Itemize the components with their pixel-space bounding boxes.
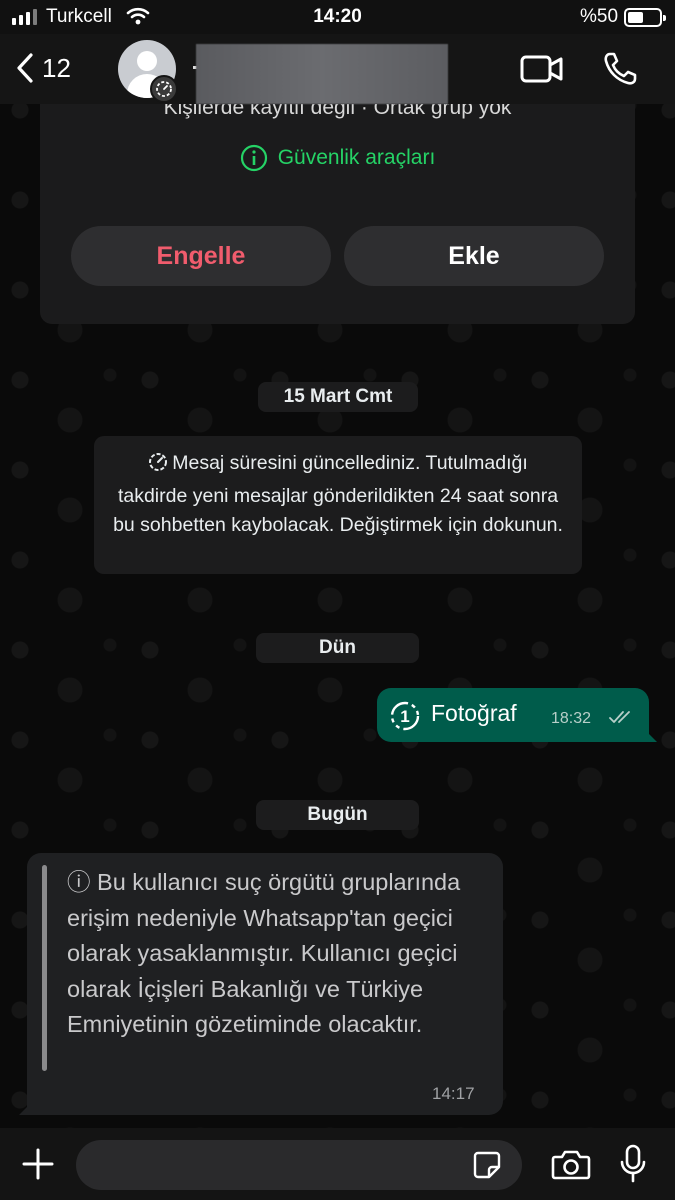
clock: 14:20 xyxy=(313,6,362,27)
sticker-icon[interactable] xyxy=(472,1150,502,1185)
back-chevron-icon xyxy=(17,53,33,83)
date-separator: Dün xyxy=(256,633,419,663)
quote-bar xyxy=(42,865,47,1071)
system-message-text: Mesaj süresini güncellediniz. Tutulmadığ… xyxy=(113,452,563,536)
message-composer xyxy=(0,1128,675,1200)
safety-tools-label: Güvenlik araçları xyxy=(277,146,436,169)
info-icon xyxy=(240,144,267,172)
camera-icon[interactable] xyxy=(551,1148,591,1185)
mic-icon[interactable] xyxy=(620,1144,646,1189)
incoming-message-time: 14:17 xyxy=(432,1084,475,1103)
incoming-message[interactable]: ⓘ Bu kullanıcı suç örgütü gruplarında er… xyxy=(19,853,503,1115)
outgoing-message-text: Fotoğraf xyxy=(431,700,517,726)
date-separator: Bugün xyxy=(256,800,419,830)
video-call-icon[interactable] xyxy=(520,54,564,89)
disappearing-messages-notice[interactable]: Mesaj süresini güncellediniz. Tutulmadığ… xyxy=(94,436,582,574)
back-count: 12 xyxy=(42,52,71,83)
safety-tools-link[interactable]: Güvenlik araçları xyxy=(40,144,635,172)
add-contact-button[interactable]: Ekle xyxy=(344,226,604,286)
svg-text:1: 1 xyxy=(400,707,409,726)
timer-icon xyxy=(148,452,168,482)
message-input[interactable] xyxy=(76,1140,522,1190)
contact-name-redacted[interactable] xyxy=(196,44,448,104)
phone-icon[interactable] xyxy=(602,51,638,92)
outgoing-message-time: 18:32 xyxy=(551,710,592,727)
contact-info-card: Kişilerde kayıtlı değil · Ortak grup yok… xyxy=(40,96,635,324)
battery-percent: %50 xyxy=(580,6,619,27)
block-button[interactable]: Engelle xyxy=(71,226,331,286)
incoming-message-text: ⓘ Bu kullanıcı suç örgütü gruplarında er… xyxy=(67,869,461,1038)
plus-icon[interactable] xyxy=(20,1146,56,1187)
timer-icon xyxy=(150,75,178,103)
view-once-icon: 1 xyxy=(389,700,421,737)
double-check-icon xyxy=(609,710,635,729)
date-separator: 15 Mart Cmt xyxy=(258,382,418,412)
outgoing-message[interactable]: 1 Fotoğraf 18:32 xyxy=(377,688,657,742)
battery-level-fill xyxy=(628,12,643,23)
chat-header: 12 xyxy=(0,34,675,104)
status-bar: Turkcell 14:20 %50 xyxy=(0,0,675,34)
battery-icon xyxy=(624,8,666,27)
back-button[interactable]: 12 xyxy=(16,52,71,84)
